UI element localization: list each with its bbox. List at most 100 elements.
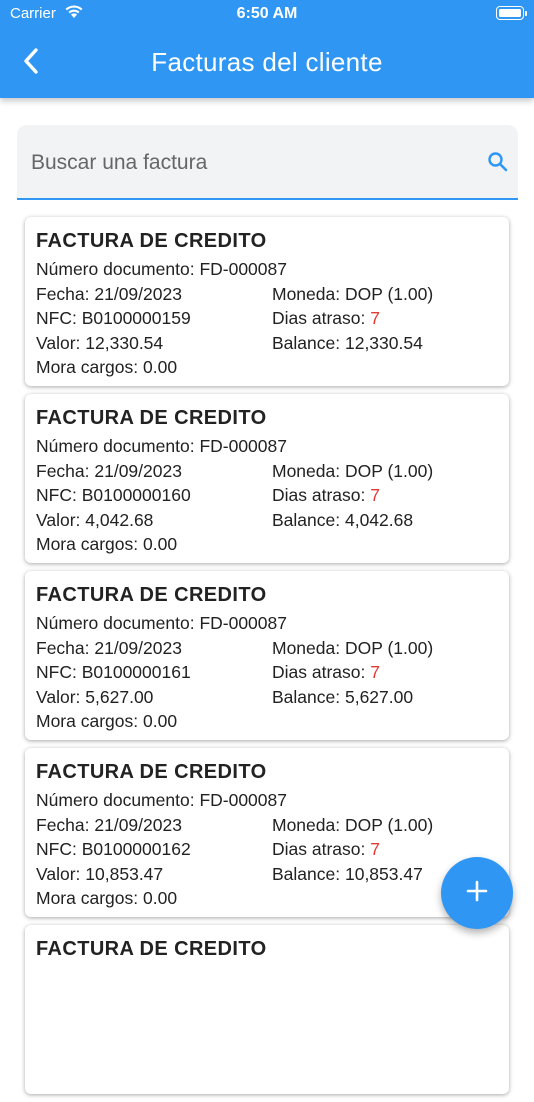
balance-row: Balance: 12,330.54 bbox=[272, 331, 498, 356]
date-row: Fecha: 21/09/2023 bbox=[36, 282, 272, 307]
balance-row: Balance: 4,042.68 bbox=[272, 508, 498, 533]
invoice-card[interactable]: FACTURA DE CREDITO Número documento: FD-… bbox=[25, 217, 509, 386]
days-overdue-value: 7 bbox=[370, 662, 380, 682]
late-fees-row: Mora cargos: 0.00 bbox=[36, 886, 498, 911]
date-row: Fecha: 21/09/2023 bbox=[36, 636, 272, 661]
amount-row: Valor: 5,627.00 bbox=[36, 685, 272, 710]
status-time: 6:50 AM bbox=[236, 5, 298, 22]
days-overdue-row: Dias atraso: 7 bbox=[272, 660, 498, 685]
nfc-value: B0100000160 bbox=[81, 485, 191, 505]
amount-label: Valor: bbox=[36, 332, 81, 353]
invoice-type: FACTURA DE CREDITO bbox=[36, 230, 267, 252]
date-value: 21/09/2023 bbox=[94, 283, 182, 304]
invoice-type: FACTURA DE CREDITO bbox=[36, 407, 267, 429]
late-fees-row: Mora cargos: 0.00 bbox=[36, 355, 498, 380]
invoice-card[interactable]: FACTURA DE CREDITO Número documento: FD-… bbox=[25, 571, 509, 740]
currency-row: Moneda: DOP (1.00) bbox=[272, 636, 498, 661]
days-overdue-label: Dias atraso: bbox=[272, 662, 366, 682]
days-overdue-label: Dias atraso: bbox=[272, 839, 366, 859]
invoice-card[interactable]: FACTURA DE CREDITO Número documento: FD-… bbox=[25, 748, 509, 917]
balance-label: Balance: bbox=[272, 332, 341, 353]
date-value: 21/09/2023 bbox=[94, 460, 182, 481]
late-fees-row: Mora cargos: 0.00 bbox=[36, 709, 498, 734]
page-title: Facturas del cliente bbox=[151, 47, 383, 77]
invoice-list: FACTURA DE CREDITO Número documento: FD-… bbox=[25, 217, 509, 1102]
balance-row: Balance: 5,627.00 bbox=[272, 685, 498, 710]
date-value: 21/09/2023 bbox=[94, 814, 182, 835]
nfc-label: NFC: bbox=[36, 839, 77, 859]
invoice-type: FACTURA DE CREDITO bbox=[36, 938, 267, 960]
document-label: Número documento: bbox=[36, 613, 195, 633]
amount-value: 4,042.68 bbox=[85, 509, 154, 530]
days-overdue-row: Dias atraso: 7 bbox=[272, 483, 498, 508]
invoice-card[interactable]: FACTURA DE CREDITO bbox=[25, 925, 509, 1094]
document-label: Número documento: bbox=[36, 259, 195, 279]
date-label: Fecha: bbox=[36, 460, 90, 481]
balance-label: Balance: bbox=[272, 509, 341, 530]
balance-label: Balance: bbox=[272, 686, 341, 707]
late-fees-value: 0.00 bbox=[143, 711, 178, 731]
balance-value: 12,330.54 bbox=[344, 332, 423, 353]
document-label: Número documento: bbox=[36, 436, 195, 456]
status-bar: Carrier 6:50 AM bbox=[0, 0, 534, 30]
nfc-value: B0100000161 bbox=[81, 662, 191, 682]
nfc-label: NFC: bbox=[36, 485, 77, 505]
date-row: Fecha: 21/09/2023 bbox=[36, 813, 272, 838]
days-overdue-value: 7 bbox=[370, 308, 380, 328]
amount-value: 10,853.47 bbox=[85, 863, 164, 884]
amount-row: Valor: 12,330.54 bbox=[36, 331, 272, 356]
days-overdue-value: 7 bbox=[370, 485, 380, 505]
currency-label: Moneda: bbox=[272, 814, 341, 835]
nfc-label: NFC: bbox=[36, 308, 77, 328]
late-fees-label: Mora cargos: bbox=[36, 534, 139, 554]
balance-value: 10,853.47 bbox=[344, 863, 423, 884]
days-overdue-row: Dias atraso: 7 bbox=[272, 837, 498, 862]
late-fees-row: Mora cargos: 0.00 bbox=[36, 532, 498, 557]
add-invoice-button[interactable] bbox=[441, 857, 513, 929]
amount-label: Valor: bbox=[36, 863, 81, 884]
currency-value: DOP (1.00) bbox=[344, 460, 434, 481]
document-row: Número documento: FD-000087 bbox=[36, 257, 498, 282]
late-fees-label: Mora cargos: bbox=[36, 357, 139, 377]
search-input[interactable] bbox=[29, 143, 453, 183]
currency-value: DOP (1.00) bbox=[344, 814, 434, 835]
document-value: FD-000087 bbox=[199, 613, 287, 633]
search-icon[interactable] bbox=[487, 151, 509, 178]
days-overdue-label: Dias atraso: bbox=[272, 308, 366, 328]
nfc-row: NFC: B0100000159 bbox=[36, 306, 272, 331]
plus-icon bbox=[466, 880, 488, 907]
invoice-card[interactable]: FACTURA DE CREDITO Número documento: FD-… bbox=[25, 394, 509, 563]
currency-value: DOP (1.00) bbox=[344, 283, 434, 304]
date-label: Fecha: bbox=[36, 814, 90, 835]
date-value: 21/09/2023 bbox=[94, 637, 182, 658]
amount-label: Valor: bbox=[36, 509, 81, 530]
currency-label: Moneda: bbox=[272, 637, 341, 658]
document-value: FD-000087 bbox=[199, 790, 287, 810]
currency-row: Moneda: DOP (1.00) bbox=[272, 459, 498, 484]
nfc-row: NFC: B0100000161 bbox=[36, 660, 272, 685]
date-row: Fecha: 21/09/2023 bbox=[36, 459, 272, 484]
document-row: Número documento: FD-000087 bbox=[36, 611, 498, 636]
amount-label: Valor: bbox=[36, 686, 81, 707]
currency-row: Moneda: DOP (1.00) bbox=[272, 282, 498, 307]
days-overdue-label: Dias atraso: bbox=[272, 485, 366, 505]
balance-label: Balance: bbox=[272, 863, 341, 884]
amount-value: 12,330.54 bbox=[85, 332, 164, 353]
balance-value: 5,627.00 bbox=[344, 686, 414, 707]
currency-label: Moneda: bbox=[272, 283, 341, 304]
balance-value: 4,042.68 bbox=[344, 509, 414, 530]
days-overdue-value: 7 bbox=[370, 839, 380, 859]
late-fees-value: 0.00 bbox=[143, 888, 178, 908]
document-label: Número documento: bbox=[36, 790, 195, 810]
nfc-value: B0100000159 bbox=[81, 308, 191, 328]
battery-icon bbox=[496, 6, 527, 20]
document-row: Número documento: FD-000087 bbox=[36, 434, 498, 459]
amount-row: Valor: 10,853.47 bbox=[36, 862, 272, 887]
nfc-row: NFC: B0100000162 bbox=[36, 837, 272, 862]
late-fees-value: 0.00 bbox=[143, 357, 178, 377]
amount-value: 5,627.00 bbox=[85, 686, 154, 707]
currency-value: DOP (1.00) bbox=[344, 637, 434, 658]
currency-row: Moneda: DOP (1.00) bbox=[272, 813, 498, 838]
nfc-value: B0100000162 bbox=[81, 839, 191, 859]
late-fees-label: Mora cargos: bbox=[36, 888, 139, 908]
